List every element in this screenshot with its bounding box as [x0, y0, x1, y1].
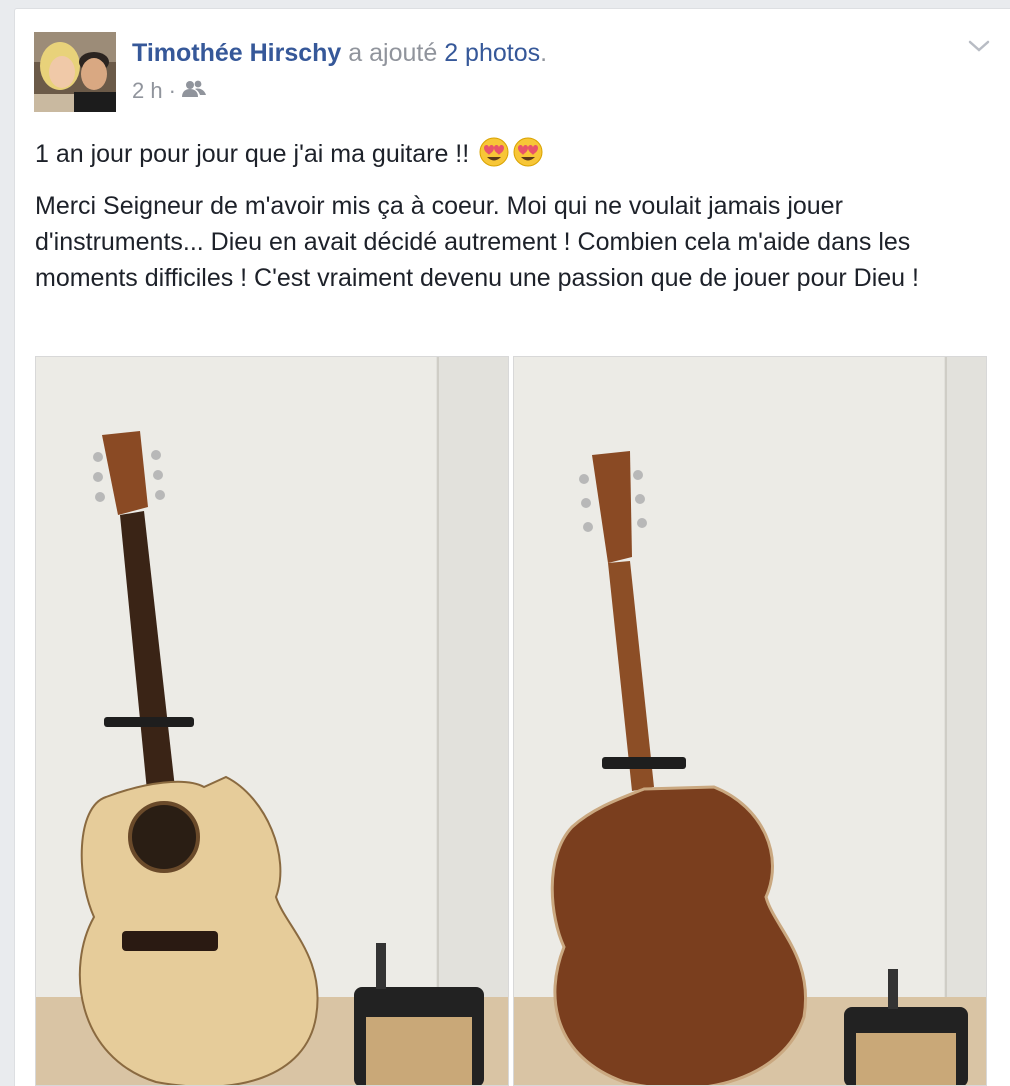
post-message: 1 an jour pour jour que j'ai ma guitare … — [35, 136, 985, 306]
meta-separator: · — [168, 78, 176, 103]
friends-icon[interactable] — [181, 76, 206, 106]
action-suffix: . — [540, 39, 548, 67]
photos-count-link[interactable]: 2 photos — [444, 39, 540, 67]
post-line-1: 1 an jour pour jour que j'ai ma guitare … — [35, 136, 985, 178]
post-header: Timothée Hirschy a ajouté 2 photos. — [132, 36, 547, 70]
action-text: a ajouté — [348, 39, 438, 67]
timestamp-link[interactable]: 2 h — [132, 76, 163, 106]
author-avatar[interactable] — [34, 32, 116, 112]
photo-guitar-front[interactable] — [35, 356, 509, 1086]
author-name-link[interactable]: Timothée Hirschy — [132, 39, 341, 67]
heart-eyes-emoji-icon — [478, 136, 546, 178]
chevron-down-icon[interactable] — [964, 34, 994, 58]
post-meta: 2 h · — [132, 76, 206, 106]
photo-guitar-back[interactable] — [513, 356, 987, 1086]
post-body: Merci Seigneur de m'avoir mis ça à coeur… — [35, 192, 919, 292]
